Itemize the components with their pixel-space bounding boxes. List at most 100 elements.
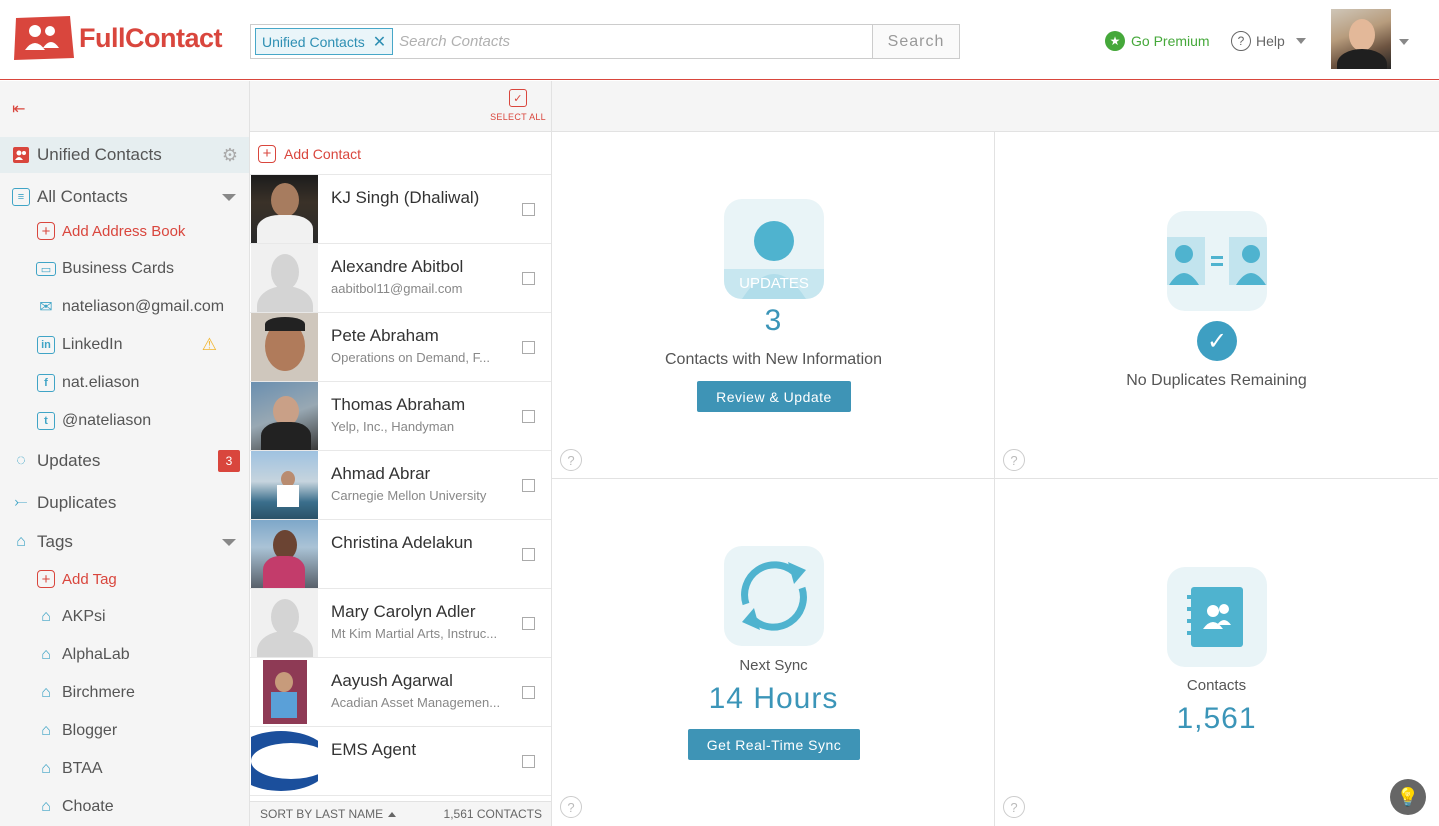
list-footer: SORT BY LAST NAME 1,561 CONTACTS	[250, 801, 551, 826]
contact-checkbox[interactable]	[522, 617, 535, 630]
search-button[interactable]: Search	[872, 25, 959, 58]
silhouette-head	[271, 254, 299, 290]
contact-checkbox[interactable]	[522, 203, 535, 216]
chevron-down-icon[interactable]	[222, 538, 236, 546]
contact-checkbox[interactable]	[522, 686, 535, 699]
help-icon[interactable]: ?	[560, 796, 582, 818]
contact-name: Mary Carolyn Adler	[331, 602, 476, 621]
sidebar-item-gmail[interactable]: ✉ nateliason@gmail.com	[0, 289, 249, 325]
list-item[interactable]: Christina Adelakun	[250, 520, 551, 589]
real-time-sync-button[interactable]: Get Real-Time Sync	[688, 729, 860, 760]
help-icon[interactable]: ?	[560, 449, 582, 471]
gear-icon[interactable]: ⚙	[222, 145, 238, 166]
lightbulb-icon[interactable]: 💡	[1390, 779, 1426, 815]
contact-subtitle: Yelp, Inc., Handyman	[331, 419, 455, 434]
sort-toggle[interactable]: SORT BY LAST NAME	[260, 807, 397, 821]
sidebar-item-label: Unified Contacts	[37, 145, 162, 164]
contact-photo-placeholder	[251, 589, 318, 657]
tag-icon: ⌂	[41, 760, 51, 777]
photo-hair	[265, 317, 305, 331]
duplicates-status: No Duplicates Remaining	[1126, 372, 1307, 389]
contact-checkbox[interactable]	[522, 341, 535, 354]
photo-body	[257, 215, 313, 243]
sidebar-item-business-cards[interactable]: ▭ Business Cards	[0, 251, 249, 287]
help-menu[interactable]: ? Help	[1231, 31, 1306, 51]
contact-subtitle: Acadian Asset Managemen...	[331, 695, 501, 710]
chevron-down-icon[interactable]	[222, 193, 236, 201]
contact-photo	[251, 175, 318, 243]
sidebar-item-tag[interactable]: ⌂ Blogger	[0, 713, 249, 749]
help-icon[interactable]: ?	[1003, 449, 1025, 471]
contact-photo	[251, 382, 318, 450]
sidebar-item-tag[interactable]: ⌂ Choate	[0, 789, 249, 825]
sidebar-item-twitter[interactable]: t @nateliason	[0, 403, 249, 439]
review-update-button[interactable]: Review & Update	[697, 381, 851, 412]
plus-icon: +	[35, 568, 57, 590]
avatar-body	[1337, 49, 1387, 69]
address-book-icon: ≡	[10, 186, 32, 208]
select-all-label: SELECT ALL	[490, 112, 546, 122]
sidebar-item-tag[interactable]: ⌂ AlphaLab	[0, 637, 249, 673]
contact-checkbox[interactable]	[522, 410, 535, 423]
sidebar-item-tags[interactable]: ⌂ Tags	[0, 524, 249, 560]
linkedin-icon: in	[35, 334, 57, 356]
sidebar-item-updates[interactable]: ◌ Updates 3	[0, 443, 249, 479]
list-item[interactable]: Thomas Abraham Yelp, Inc., Handyman	[250, 382, 551, 451]
contact-checkbox[interactable]	[522, 272, 535, 285]
contact-checkbox[interactable]	[522, 479, 535, 492]
sidebar-item-label: BTAA	[62, 760, 103, 777]
list-item[interactable]: KJ Singh (Dhaliwal)	[250, 175, 551, 244]
sidebar-item-facebook[interactable]: f nat.eliason	[0, 365, 249, 401]
list-item[interactable]: Ahmad Abrar Carnegie Mellon University	[250, 451, 551, 520]
collapse-sidebar-icon[interactable]: ⇤	[12, 99, 25, 119]
silhouette-body	[257, 286, 313, 312]
sidebar-item-label: Add Tag	[62, 570, 117, 588]
contacts-label: Contacts	[1186, 677, 1247, 694]
contact-checkbox[interactable]	[522, 755, 535, 768]
sort-label: SORT BY LAST NAME	[260, 807, 384, 821]
list-item[interactable]: EMS Agent	[250, 727, 551, 796]
add-address-book-button[interactable]: + Add Address Book	[0, 213, 249, 249]
search-input[interactable]	[393, 25, 872, 58]
fullcontact-logo[interactable]: FullContact	[10, 14, 223, 62]
sidebar-item-label: Updates	[37, 451, 101, 470]
contact-photo	[251, 520, 318, 588]
chevron-down-icon[interactable]	[1399, 39, 1409, 45]
merge-icon: ⤚	[14, 494, 28, 511]
select-all-button[interactable]: ✓ SELECT ALL	[490, 89, 546, 122]
list-item[interactable]: Pete Abraham Operations on Demand, F...	[250, 313, 551, 382]
contact-name: Alexandre Abitbol	[331, 257, 464, 276]
list-item[interactable]: Mary Carolyn Adler Mt Kim Martial Arts, …	[250, 589, 551, 658]
sidebar-item-tag[interactable]: ⌂ Birchmere	[0, 675, 249, 711]
go-premium-link[interactable]: ★ Go Premium	[1105, 31, 1210, 51]
sidebar-item-all-contacts[interactable]: ≡ All Contacts	[0, 179, 249, 215]
contact-photo-placeholder	[251, 244, 318, 312]
contact-photo	[251, 658, 318, 726]
avatar[interactable]	[1331, 9, 1391, 69]
close-icon[interactable]: ✕	[373, 32, 386, 52]
contact-checkbox[interactable]	[522, 548, 535, 561]
contact-subtitle: Operations on Demand, F...	[331, 350, 490, 365]
list-item[interactable]: Alexandre Abitbol aabitbol11@gmail.com	[250, 244, 551, 313]
sidebar-item-linkedin[interactable]: in LinkedIn ⚠	[0, 327, 249, 363]
sidebar-item-unified-contacts[interactable]: Unified Contacts ⚙	[0, 137, 249, 173]
updates-description: Contacts with New Information	[665, 351, 882, 368]
add-contact-button[interactable]: + Add Contact	[250, 133, 551, 175]
sidebar-item-label: nat.eliason	[62, 374, 140, 391]
sidebar-item-duplicates[interactable]: ⤚ Duplicates	[0, 485, 249, 521]
list-item[interactable]: Aayush Agarwal Acadian Asset Managemen..…	[250, 658, 551, 727]
sidebar-item-label: All Contacts	[37, 187, 128, 206]
contact-name: Pete Abraham	[331, 326, 439, 345]
go-premium-label: Go Premium	[1131, 33, 1210, 49]
contact-subtitle: Mt Kim Martial Arts, Instruc...	[331, 626, 498, 641]
warning-icon[interactable]: ⚠	[202, 335, 217, 355]
updates-panel: UPDATES 3 Contacts with New Information …	[552, 132, 995, 479]
help-icon[interactable]: ?	[1003, 796, 1025, 818]
tag-icon: ⌂	[41, 798, 51, 815]
tag-icon: ⌂	[41, 608, 51, 625]
add-tag-button[interactable]: + Add Tag	[0, 561, 249, 597]
dashboard-toolbar	[552, 81, 1439, 132]
sidebar-item-tag[interactable]: ⌂ AKPsi	[0, 599, 249, 635]
sidebar-item-tag[interactable]: ⌂ BTAA	[0, 751, 249, 787]
search-scope-chip[interactable]: Unified Contacts ✕	[255, 28, 394, 55]
